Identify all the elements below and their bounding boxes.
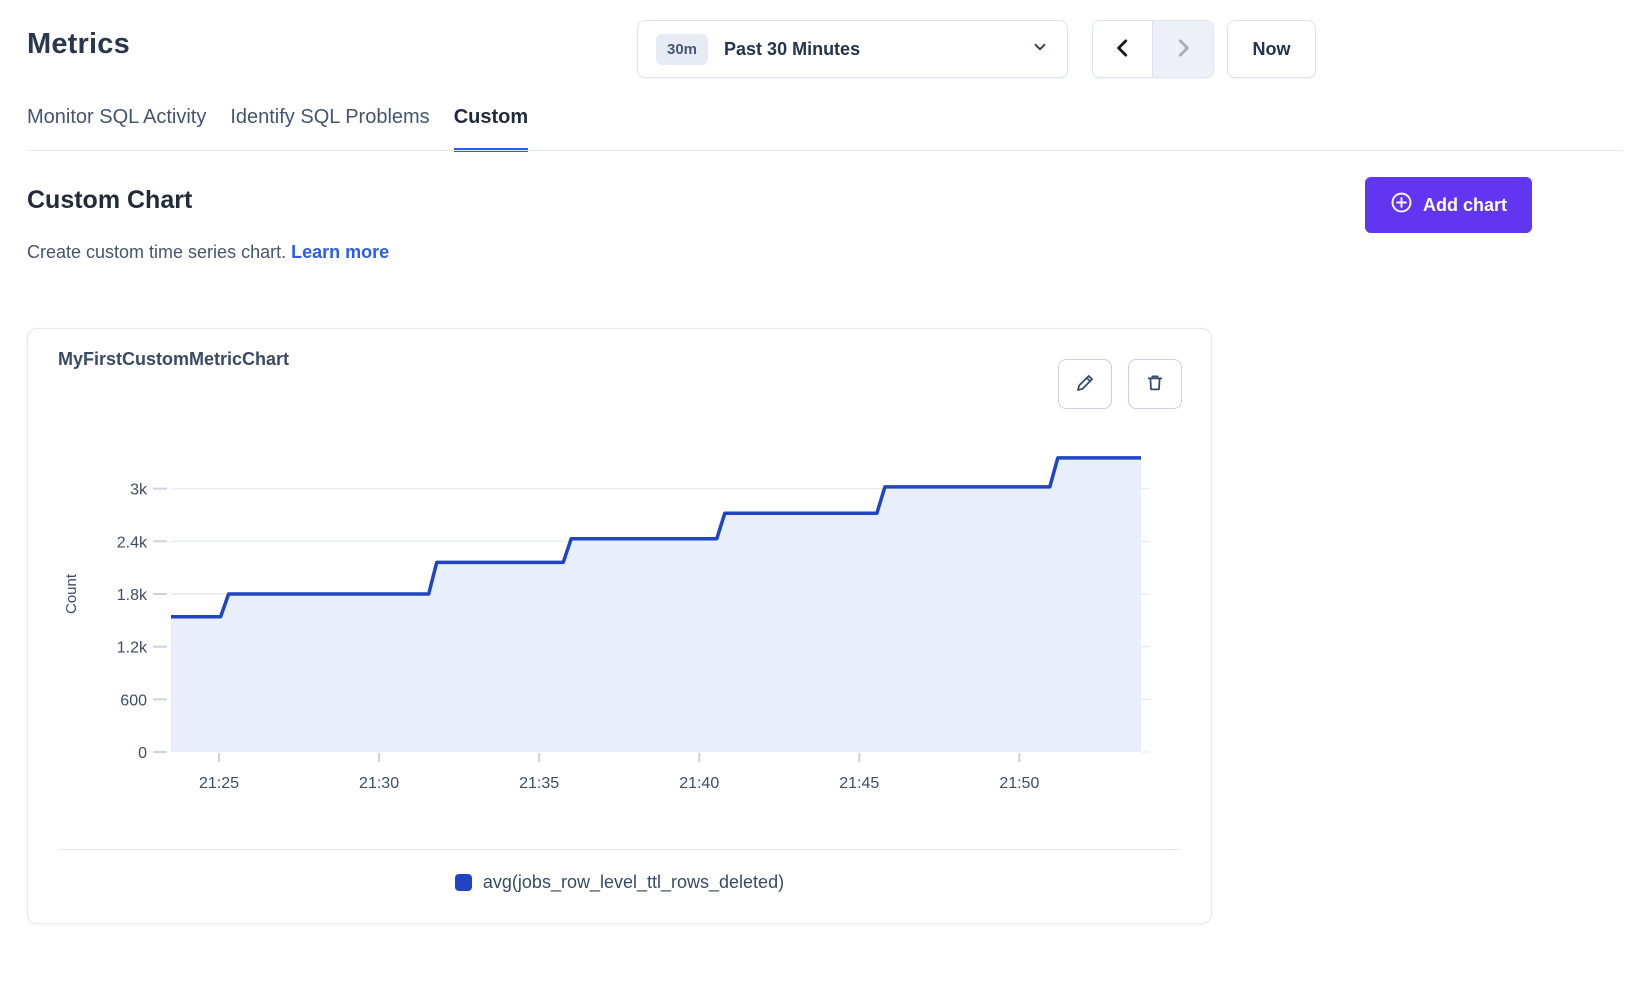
tab-custom[interactable]: Custom — [454, 102, 528, 152]
add-chart-label: Add chart — [1423, 195, 1507, 216]
tab-monitor-sql-activity[interactable]: Monitor SQL Activity — [27, 102, 206, 152]
chevron-right-icon — [1172, 37, 1194, 62]
svg-text:21:45: 21:45 — [839, 775, 879, 792]
svg-text:21:50: 21:50 — [999, 775, 1039, 792]
metrics-tabs: Monitor SQL Activity Identify SQL Proble… — [27, 102, 528, 152]
chart-legend-divider — [58, 849, 1181, 850]
plus-circle-icon — [1390, 191, 1413, 219]
time-range-badge: 30m — [656, 34, 708, 65]
time-shift-button-group — [1092, 20, 1214, 78]
delete-chart-button[interactable] — [1128, 359, 1182, 409]
time-range-label: Past 30 Minutes — [724, 39, 1031, 60]
edit-chart-button[interactable] — [1058, 359, 1112, 409]
svg-text:0: 0 — [138, 745, 147, 762]
svg-text:21:25: 21:25 — [199, 775, 239, 792]
section-subtitle: Create custom time series chart. Learn m… — [27, 242, 389, 263]
add-chart-button[interactable]: Add chart — [1365, 177, 1532, 233]
svg-text:1.8k: 1.8k — [117, 587, 148, 604]
section-subtitle-text: Create custom time series chart. — [27, 242, 286, 262]
pencil-icon — [1074, 372, 1096, 397]
time-forward-button[interactable] — [1153, 21, 1213, 77]
svg-text:21:35: 21:35 — [519, 775, 559, 792]
time-range-dropdown[interactable]: 30m Past 30 Minutes — [637, 20, 1068, 78]
custom-chart-svg[interactable]: 0 600 1.2k 1.8k 2.4k 3k 21:25 21:30 21:35 21:40 21… — [28, 409, 1213, 834]
page-title: Metrics — [27, 28, 130, 61]
svg-text:21:30: 21:30 — [359, 775, 399, 792]
time-back-button[interactable] — [1093, 21, 1153, 77]
svg-text:600: 600 — [120, 692, 147, 709]
custom-chart-card: MyFirstCustomMetricChart 0 600 1.2k 1.8k 2.4… — [27, 328, 1212, 924]
svg-text:1.2k: 1.2k — [117, 640, 148, 657]
tab-identify-sql-problems[interactable]: Identify SQL Problems — [230, 102, 429, 152]
svg-text:3k: 3k — [130, 482, 148, 499]
chart-legend[interactable]: avg(jobs_row_level_ttl_rows_deleted) — [28, 872, 1211, 893]
learn-more-link[interactable]: Learn more — [291, 242, 389, 262]
legend-label: avg(jobs_row_level_ttl_rows_deleted) — [483, 872, 784, 893]
tabs-divider — [27, 150, 1623, 151]
svg-text:Count: Count — [63, 573, 80, 614]
trash-icon — [1144, 372, 1166, 397]
legend-swatch — [455, 874, 472, 891]
chevron-down-icon — [1031, 38, 1049, 61]
chart-card-title: MyFirstCustomMetricChart — [58, 349, 289, 370]
section-title: Custom Chart — [27, 186, 192, 215]
metrics-page: Metrics 30m Past 30 Minutes Now Monitor … — [0, 0, 1650, 982]
svg-text:2.4k: 2.4k — [117, 534, 148, 551]
svg-text:21:40: 21:40 — [679, 775, 719, 792]
now-button[interactable]: Now — [1227, 20, 1316, 78]
chevron-left-icon — [1112, 37, 1134, 62]
